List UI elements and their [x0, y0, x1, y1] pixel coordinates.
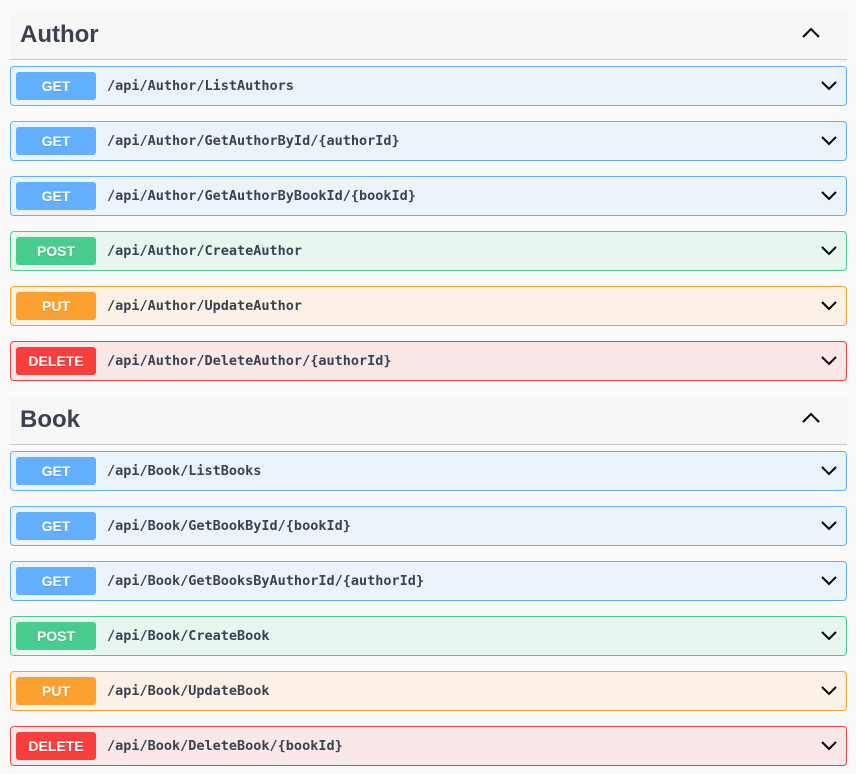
operation-row[interactable]: GET /api/Book/GetBookById/{bookId}: [10, 506, 847, 546]
operation-path: /api/Author/DeleteAuthor/{authorId}: [107, 353, 392, 369]
section-header-book[interactable]: Book: [10, 395, 847, 445]
operation-row[interactable]: POST /api/Book/CreateBook: [10, 616, 847, 656]
section-header-author[interactable]: Author: [10, 10, 847, 60]
operation-row[interactable]: GET /api/Book/ListBooks: [10, 451, 847, 491]
method-badge: GET: [16, 127, 96, 155]
chevron-down-icon[interactable]: [820, 354, 838, 368]
operation-row[interactable]: PUT /api/Author/UpdateAuthor: [10, 286, 847, 326]
operation-path: /api/Author/CreateAuthor: [107, 243, 303, 259]
operation-path: /api/Book/UpdateBook: [107, 683, 270, 699]
section-author: Author GET /api/Author/ListAuthors GET /…: [10, 10, 847, 381]
operation-path: /api/Book/DeleteBook/{bookId}: [107, 738, 343, 754]
method-badge: PUT: [16, 677, 96, 705]
operation-path: /api/Author/UpdateAuthor: [107, 298, 303, 314]
chevron-down-icon[interactable]: [820, 464, 838, 478]
method-badge: GET: [16, 457, 96, 485]
chevron-down-icon[interactable]: [820, 629, 838, 643]
operation-row[interactable]: GET /api/Book/GetBooksByAuthorId/{author…: [10, 561, 847, 601]
chevron-up-icon[interactable]: [801, 411, 821, 425]
operation-row[interactable]: GET /api/Author/GetAuthorById/{authorId}: [10, 121, 847, 161]
chevron-down-icon[interactable]: [820, 244, 838, 258]
chevron-down-icon[interactable]: [820, 739, 838, 753]
operation-row[interactable]: GET /api/Author/GetAuthorByBookId/{bookI…: [10, 176, 847, 216]
method-badge: DELETE: [16, 347, 96, 375]
method-badge: PUT: [16, 292, 96, 320]
operation-path: /api/Book/CreateBook: [107, 628, 270, 644]
chevron-down-icon[interactable]: [820, 79, 838, 93]
method-badge: GET: [16, 182, 96, 210]
method-badge: GET: [16, 72, 96, 100]
operation-path: /api/Author/ListAuthors: [107, 78, 294, 94]
operation-path: /api/Author/GetAuthorByBookId/{bookId}: [107, 188, 416, 204]
operation-row[interactable]: DELETE /api/Author/DeleteAuthor/{authorI…: [10, 341, 847, 381]
section-title: Author: [20, 21, 99, 48]
operation-path: /api/Book/ListBooks: [107, 463, 262, 479]
section-book: Book GET /api/Book/ListBooks GET /api/Bo…: [10, 395, 847, 766]
chevron-down-icon[interactable]: [820, 574, 838, 588]
method-badge: GET: [16, 512, 96, 540]
operation-row[interactable]: POST /api/Author/CreateAuthor: [10, 231, 847, 271]
method-badge: POST: [16, 237, 96, 265]
method-badge: DELETE: [16, 732, 96, 760]
operation-path: /api/Book/GetBookById/{bookId}: [107, 518, 351, 534]
section-title: Book: [20, 406, 80, 433]
chevron-down-icon[interactable]: [820, 299, 838, 313]
method-badge: POST: [16, 622, 96, 650]
operation-row[interactable]: DELETE /api/Book/DeleteBook/{bookId}: [10, 726, 847, 766]
chevron-down-icon[interactable]: [820, 134, 838, 148]
operation-row[interactable]: PUT /api/Book/UpdateBook: [10, 671, 847, 711]
method-badge: GET: [16, 567, 96, 595]
operation-path: /api/Author/GetAuthorById/{authorId}: [107, 133, 400, 149]
chevron-down-icon[interactable]: [820, 684, 838, 698]
chevron-down-icon[interactable]: [820, 519, 838, 533]
chevron-up-icon[interactable]: [801, 26, 821, 40]
chevron-down-icon[interactable]: [820, 189, 838, 203]
swagger-operations-page: Author GET /api/Author/ListAuthors GET /…: [0, 0, 856, 774]
operation-row[interactable]: GET /api/Author/ListAuthors: [10, 66, 847, 106]
operation-path: /api/Book/GetBooksByAuthorId/{authorId}: [107, 573, 424, 589]
